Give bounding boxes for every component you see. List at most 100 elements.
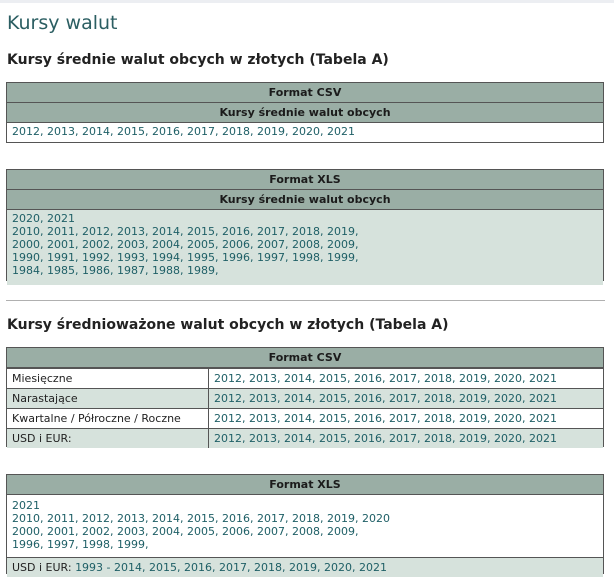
year-link[interactable]: 2011	[47, 512, 75, 525]
year-link[interactable]: 2017	[389, 412, 417, 425]
year-link[interactable]: 2021	[529, 432, 557, 445]
year-link[interactable]: 1988	[152, 264, 180, 277]
year-link[interactable]: 2007	[257, 525, 285, 538]
year-link[interactable]: 2015	[319, 412, 347, 425]
year-link[interactable]: 2008	[292, 525, 320, 538]
year-link[interactable]: 2017	[389, 432, 417, 445]
year-link[interactable]: 2018	[292, 512, 320, 525]
year-link[interactable]: 2014	[152, 512, 180, 525]
year-link[interactable]: 1987	[117, 264, 145, 277]
year-link[interactable]: 2021	[359, 561, 387, 574]
year-link[interactable]: 2010	[12, 512, 40, 525]
year-link[interactable]: 2014	[284, 392, 312, 405]
year-link[interactable]: 2020	[494, 432, 522, 445]
year-link[interactable]: 1998	[292, 251, 320, 264]
year-link[interactable]: 2017	[389, 392, 417, 405]
year-link[interactable]: 2016	[354, 372, 382, 385]
year-link[interactable]: 1998	[82, 538, 110, 551]
year-link[interactable]: 2005	[187, 525, 215, 538]
year-link[interactable]: 2012	[214, 372, 242, 385]
year-link[interactable]: 2021	[12, 499, 40, 512]
year-link[interactable]: 2012	[214, 412, 242, 425]
year-link[interactable]: 2000	[12, 238, 40, 251]
year-link[interactable]: 2000	[12, 525, 40, 538]
year-link[interactable]: 2014	[284, 412, 312, 425]
year-link[interactable]: 2019	[459, 372, 487, 385]
year-link[interactable]: 2018	[424, 372, 452, 385]
year-link[interactable]: 2013	[249, 432, 277, 445]
year-link[interactable]: 1985	[47, 264, 75, 277]
year-link[interactable]: 2021	[529, 412, 557, 425]
year-link[interactable]: 2012	[82, 225, 110, 238]
year-link[interactable]: 2021	[327, 125, 355, 138]
year-link[interactable]: 2008	[292, 238, 320, 251]
year-link[interactable]: 1989	[187, 264, 215, 277]
year-link[interactable]: 2016	[184, 561, 212, 574]
year-link[interactable]: 2018	[292, 225, 320, 238]
year-link[interactable]: 2016	[152, 125, 180, 138]
year-link[interactable]: 2012	[214, 432, 242, 445]
year-link[interactable]: 2014	[284, 432, 312, 445]
year-link[interactable]: 2013	[249, 392, 277, 405]
year-link[interactable]: 2003	[117, 238, 145, 251]
year-link[interactable]: 1997	[47, 538, 75, 551]
year-link[interactable]: 1993 - 2014	[75, 561, 142, 574]
year-link[interactable]: 1990	[12, 251, 40, 264]
year-link[interactable]: 2016	[222, 512, 250, 525]
year-link[interactable]: 2015	[319, 432, 347, 445]
year-link[interactable]: 1984	[12, 264, 40, 277]
year-link[interactable]: 2001	[47, 238, 75, 251]
year-link[interactable]: 2004	[152, 525, 180, 538]
year-link[interactable]: 2009	[327, 238, 355, 251]
year-link[interactable]: 1991	[47, 251, 75, 264]
year-link[interactable]: 2012	[82, 512, 110, 525]
year-link[interactable]: 2019	[459, 432, 487, 445]
year-link[interactable]: 2006	[222, 525, 250, 538]
year-link[interactable]: 2016	[222, 225, 250, 238]
year-link[interactable]: 1996	[222, 251, 250, 264]
year-link[interactable]: 2012	[12, 125, 40, 138]
year-link[interactable]: 2014	[284, 372, 312, 385]
year-link[interactable]: 2010	[12, 225, 40, 238]
year-link[interactable]: 2021	[47, 212, 75, 225]
year-link[interactable]: 1994	[152, 251, 180, 264]
year-link[interactable]: 1995	[187, 251, 215, 264]
year-link[interactable]: 2015	[117, 125, 145, 138]
year-link[interactable]: 2020	[362, 512, 390, 525]
year-link[interactable]: 2015	[319, 372, 347, 385]
year-link[interactable]: 2019	[289, 561, 317, 574]
year-link[interactable]: 2007	[257, 238, 285, 251]
year-link[interactable]: 2019	[327, 512, 355, 525]
year-link[interactable]: 2009	[327, 525, 355, 538]
year-link[interactable]: 2002	[82, 238, 110, 251]
year-link[interactable]: 2018	[424, 412, 452, 425]
year-link[interactable]: 2002	[82, 525, 110, 538]
year-link[interactable]: 2019	[327, 225, 355, 238]
year-link[interactable]: 2017	[257, 225, 285, 238]
year-link[interactable]: 2016	[354, 432, 382, 445]
year-link[interactable]: 1992	[82, 251, 110, 264]
year-link[interactable]: 2020	[494, 372, 522, 385]
year-link[interactable]: 2013	[47, 125, 75, 138]
year-link[interactable]: 2014	[152, 225, 180, 238]
year-link[interactable]: 1996	[12, 538, 40, 551]
year-link[interactable]: 1999	[327, 251, 355, 264]
year-link[interactable]: 1999	[117, 538, 145, 551]
year-link[interactable]: 2013	[117, 225, 145, 238]
year-link[interactable]: 2017	[187, 125, 215, 138]
year-link[interactable]: 1997	[257, 251, 285, 264]
year-link[interactable]: 2011	[47, 225, 75, 238]
year-link[interactable]: 2021	[529, 392, 557, 405]
year-link[interactable]: 2005	[187, 238, 215, 251]
year-link[interactable]: 2013	[249, 412, 277, 425]
year-link[interactable]: 2019	[459, 412, 487, 425]
year-link[interactable]: 2004	[152, 238, 180, 251]
year-link[interactable]: 2020	[494, 392, 522, 405]
year-link[interactable]: 2021	[529, 372, 557, 385]
year-link[interactable]: 2020	[292, 125, 320, 138]
year-link[interactable]: 2018	[424, 432, 452, 445]
year-link[interactable]: 2019	[459, 392, 487, 405]
year-link[interactable]: 2016	[354, 412, 382, 425]
year-link[interactable]: 2014	[82, 125, 110, 138]
year-link[interactable]: 2018	[254, 561, 282, 574]
